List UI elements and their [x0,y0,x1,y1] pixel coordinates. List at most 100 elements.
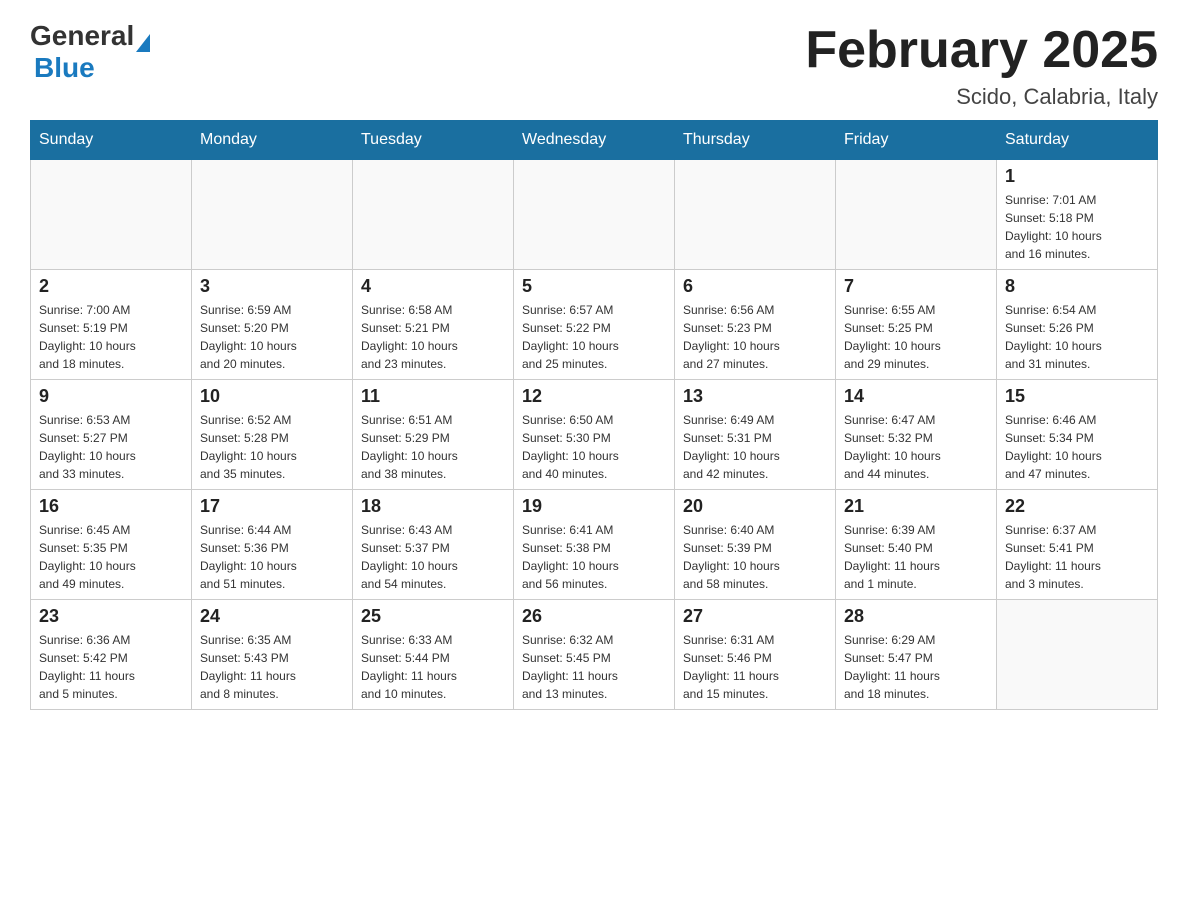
calendar-day-cell: 14Sunrise: 6:47 AM Sunset: 5:32 PM Dayli… [836,380,997,490]
logo-triangle-icon [136,34,150,52]
day-of-week-header: Tuesday [353,121,514,160]
calendar-day-cell: 6Sunrise: 6:56 AM Sunset: 5:23 PM Daylig… [675,270,836,380]
calendar-day-cell [353,160,514,270]
day-info: Sunrise: 6:59 AM Sunset: 5:20 PM Dayligh… [200,301,344,373]
day-number: 22 [1005,496,1149,517]
calendar-day-cell [997,600,1158,710]
day-number: 12 [522,386,666,407]
calendar-week-row: 9 Sunrise: 6:53 AM Sunset: 5:27 PM Daylig… [31,380,1158,490]
calendar-day-cell: 7 Sunrise: 6:55 AM Sunset: 5:25 PM Daylig… [836,270,997,380]
calendar-title: February 2025 [805,20,1158,80]
calendar-day-cell: 21 Sunrise: 6:39 AM Sunset: 5:40 PM Dayli… [836,490,997,600]
day-info: Sunrise: 6:57 AM Sunset: 5:22 PM Dayligh… [522,301,666,373]
day-info: Sunrise: 6:35 AM Sunset: 5:43 PM Dayligh… [200,631,344,703]
day-info: Sunrise: 6:40 AM Sunset: 5:39 PM Dayligh… [683,521,827,593]
day-info: Sunrise: 6:55 AM Sunset: 5:25 PM Dayligh… [844,301,988,373]
calendar-day-cell: 10Sunrise: 6:52 AM Sunset: 5:28 PM Dayli… [192,380,353,490]
day-number: 27 [683,606,827,627]
day-number: 24 [200,606,344,627]
day-number: 20 [683,496,827,517]
calendar-week-row: 2 Sunrise: 7:00 AM Sunset: 5:19 PM Daylig… [31,270,1158,380]
day-number: 6 [683,276,827,297]
calendar-day-cell: 12 Sunrise: 6:50 AM Sunset: 5:30 PM Dayli… [514,380,675,490]
calendar-week-row: 23Sunrise: 6:36 AM Sunset: 5:42 PM Dayli… [31,600,1158,710]
day-number: 16 [39,496,183,517]
calendar-day-cell: 17 Sunrise: 6:44 AM Sunset: 5:36 PM Dayli… [192,490,353,600]
day-number: 4 [361,276,505,297]
calendar-day-cell: 8Sunrise: 6:54 AM Sunset: 5:26 PM Daylig… [997,270,1158,380]
day-info: Sunrise: 7:01 AM Sunset: 5:18 PM Dayligh… [1005,191,1149,263]
calendar-day-cell: 26 Sunrise: 6:32 AM Sunset: 5:45 PM Dayli… [514,600,675,710]
day-of-week-header: Friday [836,121,997,160]
day-number: 17 [200,496,344,517]
calendar-day-cell: 22 Sunrise: 6:37 AM Sunset: 5:41 PM Dayli… [997,490,1158,600]
day-info: Sunrise: 6:41 AM Sunset: 5:38 PM Dayligh… [522,521,666,593]
day-info: Sunrise: 6:54 AM Sunset: 5:26 PM Dayligh… [1005,301,1149,373]
calendar-table: SundayMondayTuesdayWednesdayThursdayFrid… [30,120,1158,710]
calendar-day-cell: 25 Sunrise: 6:33 AM Sunset: 5:44 PM Dayli… [353,600,514,710]
day-number: 2 [39,276,183,297]
day-number: 11 [361,386,505,407]
day-info: Sunrise: 6:39 AM Sunset: 5:40 PM Dayligh… [844,521,988,593]
calendar-day-cell [192,160,353,270]
calendar-day-cell: 3 Sunrise: 6:59 AM Sunset: 5:20 PM Daylig… [192,270,353,380]
day-number: 3 [200,276,344,297]
day-number: 1 [1005,166,1149,187]
day-number: 13 [683,386,827,407]
day-of-week-header: Monday [192,121,353,160]
day-info: Sunrise: 6:50 AM Sunset: 5:30 PM Dayligh… [522,411,666,483]
calendar-day-cell: 1 Sunrise: 7:01 AM Sunset: 5:18 PM Daylig… [997,160,1158,270]
calendar-week-row: 16 Sunrise: 6:45 AM Sunset: 5:35 PM Dayli… [31,490,1158,600]
calendar-day-cell: 27 Sunrise: 6:31 AM Sunset: 5:46 PM Dayli… [675,600,836,710]
day-number: 21 [844,496,988,517]
calendar-day-cell: 5 Sunrise: 6:57 AM Sunset: 5:22 PM Daylig… [514,270,675,380]
logo-general-text: General [30,20,134,52]
day-info: Sunrise: 6:37 AM Sunset: 5:41 PM Dayligh… [1005,521,1149,593]
day-number: 23 [39,606,183,627]
day-info: Sunrise: 6:46 AM Sunset: 5:34 PM Dayligh… [1005,411,1149,483]
day-info: Sunrise: 6:43 AM Sunset: 5:37 PM Dayligh… [361,521,505,593]
day-number: 7 [844,276,988,297]
day-info: Sunrise: 6:49 AM Sunset: 5:31 PM Dayligh… [683,411,827,483]
logo: General Blue [30,20,150,84]
calendar-day-cell: 24 Sunrise: 6:35 AM Sunset: 5:43 PM Dayli… [192,600,353,710]
day-number: 15 [1005,386,1149,407]
day-number: 9 [39,386,183,407]
day-of-week-header: Thursday [675,121,836,160]
day-number: 19 [522,496,666,517]
calendar-header-row: SundayMondayTuesdayWednesdayThursdayFrid… [31,121,1158,160]
day-of-week-header: Saturday [997,121,1158,160]
day-number: 5 [522,276,666,297]
page-header: General Blue February 2025 Scido, Calabr… [30,20,1158,110]
calendar-day-cell: 9 Sunrise: 6:53 AM Sunset: 5:27 PM Daylig… [31,380,192,490]
calendar-day-cell: 4 Sunrise: 6:58 AM Sunset: 5:21 PM Daylig… [353,270,514,380]
calendar-day-cell: 23Sunrise: 6:36 AM Sunset: 5:42 PM Dayli… [31,600,192,710]
calendar-day-cell: 13 Sunrise: 6:49 AM Sunset: 5:31 PM Dayli… [675,380,836,490]
calendar-day-cell: 11 Sunrise: 6:51 AM Sunset: 5:29 PM Dayli… [353,380,514,490]
day-of-week-header: Wednesday [514,121,675,160]
day-info: Sunrise: 6:47 AM Sunset: 5:32 PM Dayligh… [844,411,988,483]
calendar-day-cell: 20 Sunrise: 6:40 AM Sunset: 5:39 PM Dayli… [675,490,836,600]
day-of-week-header: Sunday [31,121,192,160]
calendar-day-cell: 15 Sunrise: 6:46 AM Sunset: 5:34 PM Dayli… [997,380,1158,490]
day-info: Sunrise: 6:33 AM Sunset: 5:44 PM Dayligh… [361,631,505,703]
day-info: Sunrise: 6:58 AM Sunset: 5:21 PM Dayligh… [361,301,505,373]
calendar-day-cell: 2 Sunrise: 7:00 AM Sunset: 5:19 PM Daylig… [31,270,192,380]
day-info: Sunrise: 6:53 AM Sunset: 5:27 PM Dayligh… [39,411,183,483]
day-number: 18 [361,496,505,517]
day-number: 25 [361,606,505,627]
day-info: Sunrise: 6:45 AM Sunset: 5:35 PM Dayligh… [39,521,183,593]
day-info: Sunrise: 6:32 AM Sunset: 5:45 PM Dayligh… [522,631,666,703]
day-info: Sunrise: 6:31 AM Sunset: 5:46 PM Dayligh… [683,631,827,703]
day-info: Sunrise: 6:29 AM Sunset: 5:47 PM Dayligh… [844,631,988,703]
title-block: February 2025 Scido, Calabria, Italy [805,20,1158,110]
calendar-day-cell [675,160,836,270]
calendar-day-cell [514,160,675,270]
day-number: 26 [522,606,666,627]
calendar-day-cell: 18 Sunrise: 6:43 AM Sunset: 5:37 PM Dayli… [353,490,514,600]
day-info: Sunrise: 6:51 AM Sunset: 5:29 PM Dayligh… [361,411,505,483]
calendar-day-cell: 16 Sunrise: 6:45 AM Sunset: 5:35 PM Dayli… [31,490,192,600]
day-info: Sunrise: 6:44 AM Sunset: 5:36 PM Dayligh… [200,521,344,593]
day-info: Sunrise: 7:00 AM Sunset: 5:19 PM Dayligh… [39,301,183,373]
day-number: 10 [200,386,344,407]
